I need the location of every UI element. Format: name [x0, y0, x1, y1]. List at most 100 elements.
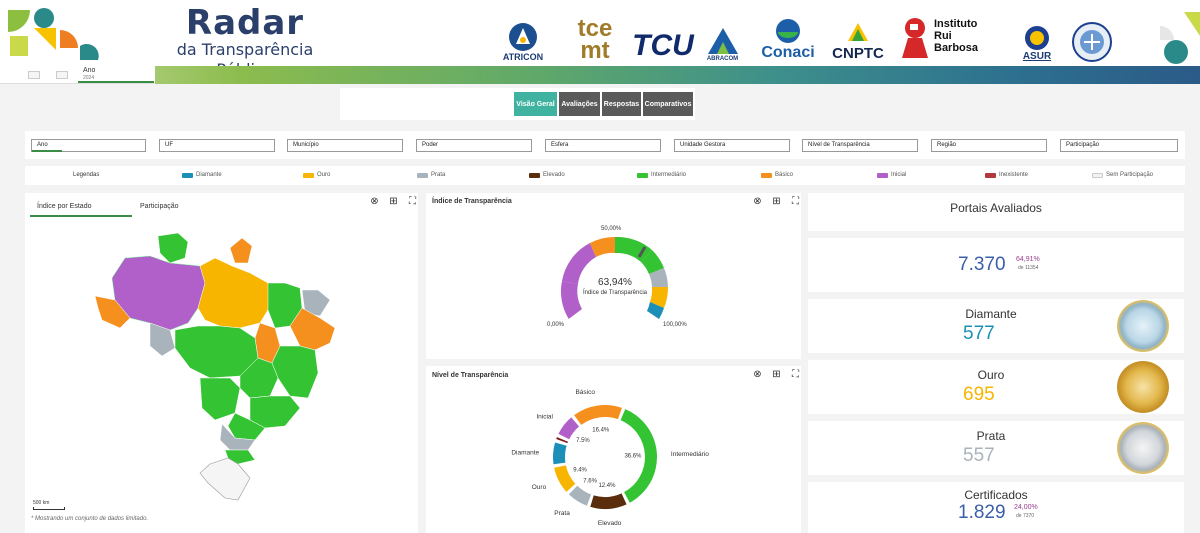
- filter-nivel-transparencia[interactable]: Nível de Transparência: [802, 139, 918, 152]
- donut-slice-prata[interactable]: [568, 485, 592, 506]
- app-title: Radar: [185, 3, 305, 43]
- filter-regiao[interactable]: Região: [931, 139, 1047, 152]
- state-ms: [199, 377, 241, 421]
- card-diamante-value: 577: [963, 323, 995, 344]
- donut-slice-diamante[interactable]: [553, 442, 567, 465]
- state-mg: [249, 395, 301, 429]
- logo-conaci: Conaci: [758, 10, 818, 62]
- donut-tools: ⊗ ⊞ ⛶: [752, 369, 801, 380]
- card-certificados-pct: 24,00%: [1014, 504, 1038, 511]
- prev-control[interactable]: [28, 71, 40, 79]
- table-view-icon[interactable]: ⊞: [771, 369, 782, 380]
- logo-abracom: ABRACOM: [700, 10, 745, 62]
- state-rs: [199, 457, 251, 501]
- tab-comparativos[interactable]: Comparativos: [643, 92, 693, 116]
- cnptc-icon: [848, 23, 868, 41]
- filter-esfera[interactable]: Esfera: [545, 139, 661, 152]
- filter-uf[interactable]: UF: [159, 139, 275, 152]
- atricon-icon: [509, 23, 537, 51]
- abracom-icon: [707, 28, 738, 54]
- legend-item-prata: Prata: [417, 172, 445, 178]
- card-certificados-title: Certificados: [964, 488, 1028, 502]
- state-ba: [271, 345, 319, 399]
- tab-indice-por-estado[interactable]: Índice por Estado: [37, 203, 91, 210]
- logo-atricon: ATRICON: [498, 10, 548, 62]
- gauge-max-label: 100,00%: [663, 322, 687, 328]
- legend-item-elevado: Elevado: [529, 172, 565, 178]
- donut-category-label: Ouro: [532, 484, 547, 491]
- card-portais-pct: 64,91%: [1016, 256, 1040, 263]
- legend-item-intermediario: Intermediário: [637, 172, 686, 178]
- tab-visao-geral[interactable]: Visão Geral: [514, 92, 557, 116]
- donut-category-label: Inicial: [536, 413, 553, 420]
- fullscreen-icon[interactable]: ⛶: [790, 196, 801, 207]
- donut-pct-label: 36.6%: [624, 454, 642, 460]
- close-icon[interactable]: ⊗: [752, 369, 763, 380]
- fullscreen-icon[interactable]: ⛶: [407, 196, 418, 207]
- donut-slice-inexistente[interactable]: [556, 437, 569, 444]
- decorative-pattern-left: [8, 8, 99, 60]
- card-certificados: Certificados 1.829 24,00% de 7370: [808, 482, 1184, 533]
- gauge-segment-inicial: [560, 281, 582, 319]
- tab-participacao[interactable]: Participação: [140, 203, 179, 210]
- table-view-icon[interactable]: ⊞: [388, 196, 399, 207]
- year-selector-tab[interactable]: Ano 2024: [78, 67, 154, 83]
- state-pa: [197, 257, 273, 329]
- donut-slice-inicial[interactable]: [558, 417, 580, 440]
- tab-avaliacoes[interactable]: Avaliações: [559, 92, 600, 116]
- asur-icon: [1025, 26, 1049, 50]
- card-certificados-value: 1.829: [958, 502, 1006, 523]
- app-subtitle: da Transparência Pública: [176, 40, 314, 66]
- donut-category-label: Diamante: [511, 449, 539, 456]
- tab-respostas[interactable]: Respostas: [602, 92, 641, 116]
- filter-unidade-gestora[interactable]: Unidade Gestora: [674, 139, 790, 152]
- filter-poder[interactable]: Poder: [416, 139, 532, 152]
- state-ap: [229, 237, 253, 264]
- state-rr: [157, 232, 189, 264]
- donut-category-label: Básico: [575, 389, 595, 396]
- year-tab-value: 2024: [83, 75, 95, 81]
- donut-slice-ouro[interactable]: [554, 465, 576, 492]
- donut-pct-label: 7.6%: [583, 479, 597, 485]
- card-portais-title: Portais Avaliados: [950, 201, 1042, 215]
- donut-category-label: Prata: [554, 510, 570, 517]
- filter-participacao[interactable]: Participação: [1060, 139, 1178, 152]
- gauge-mid-label: 50,00%: [601, 226, 622, 232]
- brazil-map: [94, 232, 336, 501]
- logo-tce-mt: tce mt: [577, 15, 613, 64]
- gauge-tools: ⊗ ⊞ ⛶: [752, 196, 801, 207]
- donut-slice-basico[interactable]: [574, 405, 622, 425]
- next-control[interactable]: [56, 71, 68, 79]
- logo-cnptc: CNPTC: [828, 10, 888, 62]
- filter-ano[interactable]: Ano: [31, 139, 146, 152]
- map-scale: 500 km: [33, 500, 65, 510]
- legend-item-ouro: Ouro: [303, 172, 330, 178]
- fullscreen-icon[interactable]: ⛶: [790, 369, 801, 380]
- card-prata-value: 557: [963, 445, 995, 466]
- header-gradient-bar: [0, 66, 1200, 84]
- donut-category-label: Elevado: [598, 520, 622, 527]
- brand: Radar da Transparência Pública: [150, 6, 340, 66]
- filter-municipio[interactable]: Município: [287, 139, 403, 152]
- logo-asur: ASUR: [1014, 10, 1060, 62]
- table-view-icon[interactable]: ⊞: [771, 196, 782, 207]
- donut-panel-title: Nível de Transparência: [432, 372, 509, 379]
- gauge-min-label: 0,00%: [547, 322, 565, 328]
- donut-slice-elevado[interactable]: [590, 493, 627, 509]
- donut-category-label: Intermediário: [671, 451, 709, 458]
- donut-pct-label: 12.4%: [598, 483, 616, 489]
- diamante-seal-icon: [1117, 300, 1169, 352]
- legend-item-inexistente: Inexistente: [985, 172, 1028, 178]
- header: Radar da Transparência Pública ATRICON t…: [0, 0, 1200, 66]
- logo-instituto-rui-barbosa: Instituto Rui Barbosa: [898, 10, 1004, 62]
- card-portais: 7.370 64,91% de 11354: [808, 238, 1184, 292]
- year-tab-label: Ano: [83, 67, 96, 74]
- ouro-seal-icon: [1117, 361, 1169, 413]
- gauge-panel-title: Índice de Transparência: [432, 198, 512, 205]
- gauge-caption: Índice de Transparência: [582, 290, 648, 296]
- legend-item-sem-participacao: Sem Participação: [1092, 172, 1153, 178]
- close-icon[interactable]: ⊗: [752, 196, 763, 207]
- close-icon[interactable]: ⊗: [369, 196, 380, 207]
- map-note: * Mostrando um conjunto de dados limitad…: [31, 516, 149, 522]
- audicon-seal-icon: [1072, 22, 1112, 62]
